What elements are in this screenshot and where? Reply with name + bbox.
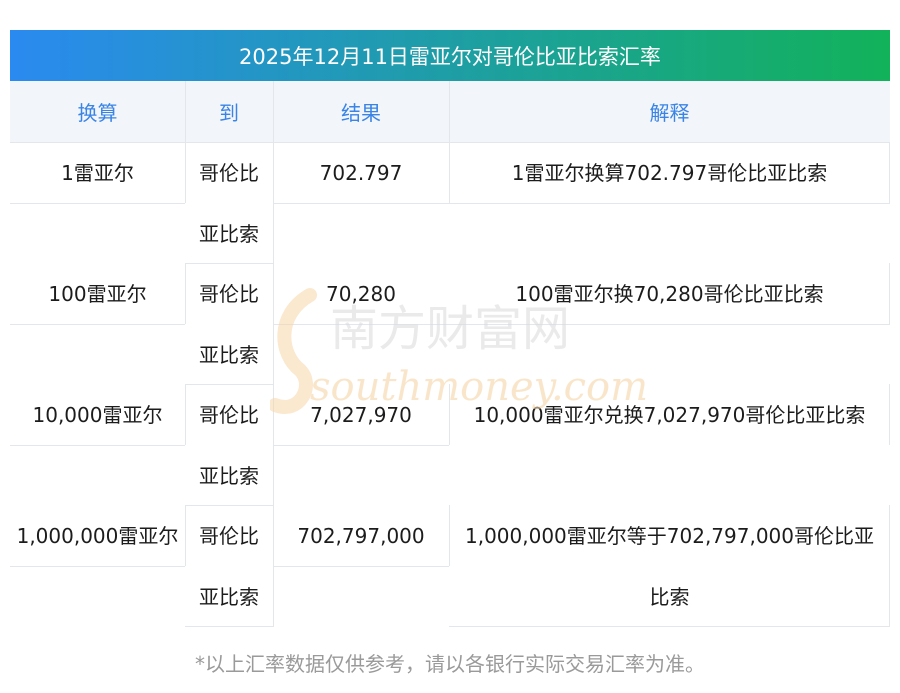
row-4-amount: 1,000,000雷亚尔 [10,505,185,566]
grid-line [185,626,273,627]
row-2-explanation: 100雷亚尔换70,280哥伦比亚比索 [515,281,824,306]
row-1-amount: 1雷亚尔 [10,142,185,203]
grid-line [185,505,186,566]
row-4-to-line2: 亚比索 [185,566,273,627]
grid-line [10,142,890,143]
grid-line [185,81,186,142]
row-1-explanation: 1雷亚尔换算702.797哥伦比亚比索 [449,142,890,203]
grid-line [185,384,186,445]
grid-line [889,142,890,203]
row-1-result: 702.797 [273,142,449,203]
grid-line [273,324,890,325]
row-4-explanation-line1: 1,000,000雷亚尔等于702,797,000哥伦比亚 [449,505,890,566]
row-2-to-line2: 亚比索 [185,324,273,385]
rate-table-page: 2025年12月11日雷亚尔对哥伦比亚比索汇率 换算 到 结果 解释 1雷亚尔 … [0,0,900,693]
grid-line [273,81,274,142]
grid-line [889,384,890,445]
grid-line [273,142,274,627]
row-4-result: 702,797,000 [273,505,449,566]
grid-line [449,505,450,566]
table-header-row: 换算 到 结果 解释 [10,81,890,142]
row-2-result: 70,280 [326,281,396,306]
row-4-to-line1: 哥伦比 [185,505,273,566]
grid-line [10,445,185,446]
header-convert: 换算 [77,101,118,125]
grid-line [10,566,185,567]
header-result: 结果 [341,101,381,125]
grid-line [449,626,890,627]
grid-line [185,263,186,324]
row-3-to-line2: 亚比索 [185,445,273,506]
row-3-result: 7,027,970 [310,402,412,427]
grid-line [889,263,890,324]
disclaimer-footnote: *以上汇率数据仅供参考，请以各银行实际交易汇率为准。 [195,651,705,676]
header-to: 到 [219,101,239,125]
grid-line [273,203,890,204]
row-3-explanation: 10,000雷亚尔兑换7,027,970哥伦比亚比索 [473,402,866,427]
grid-line [273,445,449,446]
row-3-amount: 10,000雷亚尔 [10,384,185,445]
grid-line [10,203,185,204]
row-2-amount: 100雷亚尔 [10,263,185,324]
grid-line [185,142,186,203]
row-2-to-line1: 哥伦比 [185,263,273,324]
grid-line [10,324,185,325]
row-1-to-line2: 亚比索 [185,203,273,264]
grid-line [449,384,450,445]
row-1-to-line1: 哥伦比 [185,142,273,203]
grid-line [889,505,890,627]
grid-line [185,263,273,264]
table-title: 2025年12月11日雷亚尔对哥伦比亚比索汇率 [10,30,890,81]
grid-line [185,505,273,506]
grid-line [449,81,450,142]
row-3-to-line1: 哥伦比 [185,384,273,445]
row-4-explanation-line2: 比索 [449,566,890,627]
grid-line [185,384,273,385]
grid-line [449,142,450,203]
grid-line [273,566,449,567]
header-explanation: 解释 [649,101,690,125]
